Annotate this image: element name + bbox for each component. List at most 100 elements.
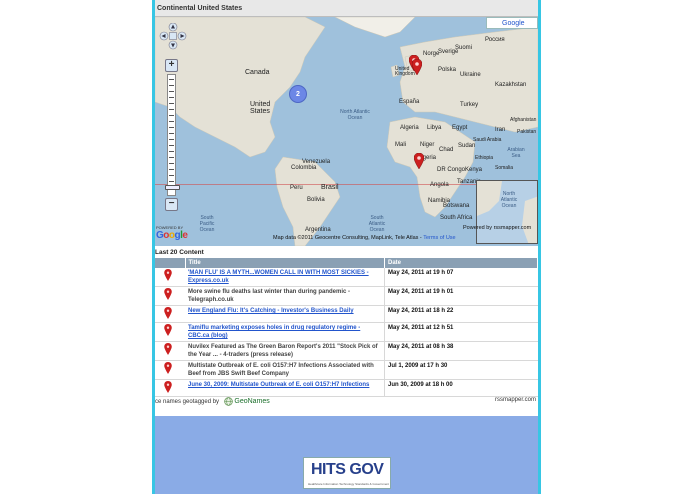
map-attribution-text: Map data ©2011 Geocentre Consulting, Map… xyxy=(273,235,422,241)
zoom-tick xyxy=(169,139,174,140)
label-united-states: United States xyxy=(250,101,271,115)
map-title-bar: Continental United States xyxy=(155,0,538,17)
label-peru: Peru xyxy=(290,185,303,191)
zoom-tick xyxy=(169,79,174,80)
map-pin-icon[interactable] xyxy=(164,362,172,374)
map-pin-icon[interactable] xyxy=(164,288,172,300)
geonames-link[interactable]: GeoNames xyxy=(234,398,269,405)
label-algeria: Algeria xyxy=(400,125,419,131)
header-date: Date xyxy=(384,258,538,268)
content-section-title: Last 20 Content xyxy=(155,249,204,256)
terms-of-use-link[interactable]: Terms of Use xyxy=(423,235,455,241)
label-south-africa: South Africa xyxy=(440,215,473,221)
zoom-tick xyxy=(169,145,174,146)
hitsgov-logo[interactable]: HITS GOV Healthcare Information Technolo… xyxy=(303,457,391,489)
row-title-link[interactable]: New England Flu: It's Catching - Investo… xyxy=(188,308,354,314)
row-icon-cell xyxy=(155,305,185,323)
label-dr-congo: DR Congo xyxy=(437,167,466,173)
geonames-credit: ce names geotagged by GeoNames xyxy=(155,397,270,406)
geotag-text: ce names geotagged by xyxy=(155,399,220,406)
label-niger: Niger xyxy=(420,142,435,148)
label-egypt: Egypt xyxy=(452,125,468,131)
map-pin-icon[interactable] xyxy=(164,343,172,355)
marker-cluster[interactable]: 2 xyxy=(289,85,307,103)
row-date: May 24, 2011 at 12 h 51 xyxy=(384,322,538,342)
label-argentina: Argentina xyxy=(305,227,331,233)
label-chad: Chad xyxy=(439,147,454,153)
row-icon-cell xyxy=(155,286,185,306)
zoom-tick xyxy=(169,91,174,92)
row-date: May 24, 2011 at 18 h 22 xyxy=(384,305,538,323)
plus-icon: + xyxy=(168,59,175,70)
label-spain: España xyxy=(399,99,420,105)
hitsgov-logo-tagline: Healthcare Information Technology Standa… xyxy=(308,482,389,486)
zoom-slider-handle[interactable] xyxy=(165,185,180,190)
zoom-tick xyxy=(169,169,174,170)
map-pin-icon[interactable] xyxy=(164,269,172,281)
row-title-link[interactable]: Tamiflu marketing exposes holes in drug … xyxy=(188,325,360,339)
map-pin-icon[interactable] xyxy=(164,324,172,336)
label-ukraine: Ukraine xyxy=(460,72,481,78)
zoom-tick xyxy=(169,181,174,182)
zoom-slider[interactable] xyxy=(165,74,180,196)
table-row: June 30, 2009: Multistate Outbreak of E.… xyxy=(155,379,538,397)
label-afghanistan: Afghanistan xyxy=(510,117,537,123)
label-somalia: Somalia xyxy=(495,165,514,171)
globe-icon xyxy=(223,397,233,406)
row-title[interactable]: Multistate Outbreak of E. coli O157:H7 I… xyxy=(185,360,385,380)
label-south-pacific: South Pacific Ocean xyxy=(199,215,215,233)
minus-icon: − xyxy=(168,198,175,209)
row-title-text[interactable]: Nuvilex Featured as The Green Baron Repo… xyxy=(188,344,378,358)
table-row: More swine flu deaths last winter than d… xyxy=(155,286,538,306)
zoom-tick xyxy=(169,115,174,116)
label-brasil: Brasil xyxy=(321,184,339,191)
overview-map[interactable]: North Atlantic Ocean xyxy=(476,180,538,244)
map-canvas[interactable]: Canada United States North Atlantic Ocea… xyxy=(155,17,538,246)
google-button-label: Google xyxy=(502,20,525,27)
label-ethiopia: Ethiopia xyxy=(475,155,494,161)
label-poland: Polska xyxy=(438,67,457,73)
row-title-link[interactable]: 'MAN FLU' IS A MYTH...WOMEN CALL IN WITH… xyxy=(188,270,369,284)
google-map-type-button[interactable]: Google xyxy=(486,17,538,29)
label-mali: Mali xyxy=(395,142,407,148)
row-title[interactable]: More swine flu deaths last winter than d… xyxy=(185,286,385,306)
label-colombia: Colombia xyxy=(291,165,317,171)
row-date: Jun 30, 2009 at 18 h 00 xyxy=(384,379,538,397)
table-row: Nuvilex Featured as The Green Baron Repo… xyxy=(155,341,538,361)
pan-control[interactable] xyxy=(159,22,187,53)
content-table: Title Date 'MAN FLU' IS A MYTH...WOMEN C… xyxy=(155,258,538,397)
map-pin-icon[interactable] xyxy=(412,59,422,75)
row-title-text[interactable]: More swine flu deaths last winter than d… xyxy=(188,289,350,303)
label-bolivia: Bolivia xyxy=(307,197,325,203)
row-icon-cell xyxy=(155,341,185,361)
label-arabian-sea: Arabian Sea xyxy=(507,147,525,159)
row-title-text[interactable]: Multistate Outbreak of E. coli O157:H7 I… xyxy=(188,363,374,377)
content-frame: Continental United States Canada United … xyxy=(152,0,541,494)
zoom-tick xyxy=(169,127,174,128)
zoom-out-button[interactable]: − xyxy=(165,198,178,211)
label-sudan: Sudan xyxy=(458,143,476,149)
page: Continental United States Canada United … xyxy=(0,0,695,494)
label-turkey: Turkey xyxy=(460,102,479,108)
label-pakistan: Pakistan xyxy=(517,129,537,135)
map-pin-icon[interactable] xyxy=(164,307,172,319)
map-pin-icon[interactable] xyxy=(164,381,172,393)
zoom-tick xyxy=(169,163,174,164)
zoom-tick xyxy=(169,97,174,98)
zoom-in-button[interactable]: + xyxy=(165,59,178,72)
table-row: Multistate Outbreak of E. coli O157:H7 I… xyxy=(155,360,538,380)
header-title: Title xyxy=(185,258,385,268)
row-title-link[interactable]: June 30, 2009: Multistate Outbreak of E.… xyxy=(188,382,369,388)
rssmapper-link[interactable]: rssmapper.com xyxy=(495,397,536,403)
pan-arrows-icon xyxy=(159,22,187,50)
hitsgov-logo-text: HITS GOV xyxy=(311,461,384,478)
label-saudi-arabia: Saudi Arabia xyxy=(473,137,502,143)
row-title[interactable]: Nuvilex Featured as The Green Baron Repo… xyxy=(185,341,385,361)
map-pin-icon[interactable] xyxy=(414,153,424,169)
google-logo[interactable]: Google xyxy=(156,230,188,241)
label-iran: Iran xyxy=(495,127,506,133)
row-icon-cell xyxy=(155,379,185,397)
table-row: Tamiflu marketing exposes holes in drug … xyxy=(155,322,538,342)
table-header-row: Title Date xyxy=(155,258,538,268)
zoom-tick xyxy=(169,157,174,158)
